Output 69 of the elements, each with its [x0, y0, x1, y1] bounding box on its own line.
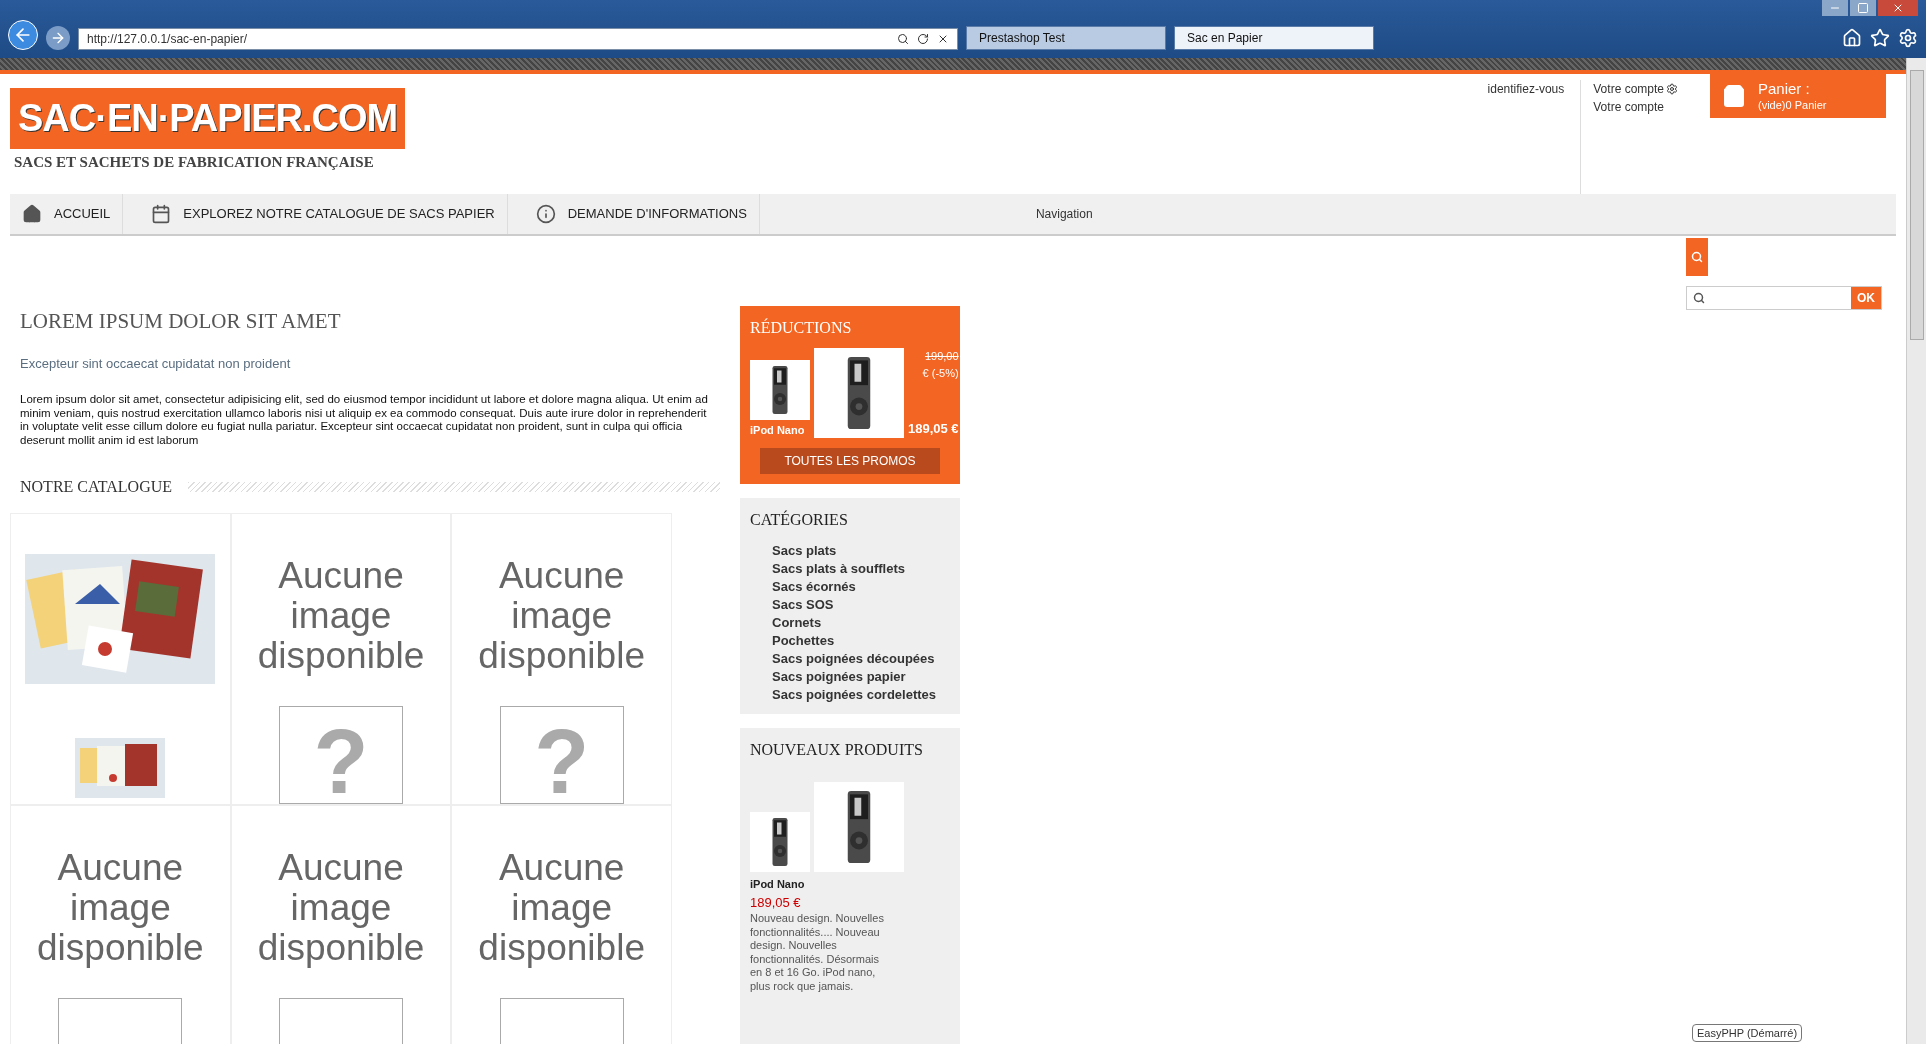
address-bar[interactable]: http://127.0.0.1/sac-en-papier/ — [78, 28, 958, 50]
product-card[interactable]: Aucune image disponible ? — [230, 513, 452, 805]
category-link[interactable]: Sacs plats à soufflets — [750, 560, 950, 578]
navigation-label: Navigation — [1035, 206, 1093, 223]
product-description: Nouveau design. Nouvelles fonctionnalités.... Nouveau design. Nouvelles fonctionnalités. Désormais en 8 et 16 Go. iPod nano, plus rock que jamais. — [750, 912, 885, 993]
category-link[interactable]: Sacs poignées découpées — [750, 650, 950, 668]
refresh-icon[interactable] — [917, 33, 929, 45]
panel-title: NOUVEAUX PRODUITS — [750, 740, 924, 760]
scrollbar[interactable] — [1906, 58, 1926, 1044]
account-link[interactable]: Votre compte — [1593, 80, 1664, 98]
search-toggle[interactable] — [1686, 238, 1708, 276]
section-title: NOTRE CATALOGUE — [20, 477, 173, 497]
panel-title: RÉDUCTIONS — [750, 317, 853, 338]
product-card[interactable]: Aucune image disponible ? — [451, 513, 672, 805]
cart-title: Panier : — [1758, 79, 1811, 99]
favorites-icon[interactable] — [1870, 28, 1890, 48]
nav-item[interactable]: EXPLOREZ NOTRE CATALOGUE DE SACS PAPIER — [139, 194, 508, 234]
no-image-text: Aucune image disponible — [477, 848, 646, 968]
intro-paragraph: Lorem ipsum dolor sit amet, consectetur adipisicing elit, sed do eiusmod tempor incididunt ut labore et dolore magna aliqua. Ut enim ad minim veniam, quis nostrud exercitation ullamco laboris nisi ut aliquip ex ea commodo consequat. Duis aute irure dolor in reprehenderit in voluptate velit esse cillum dolore eu fugiat nulla pariatur. Excepteur sint occaecat cupidatat non proident, sunt in culpa qui officia deserunt mollit anim id est laborum — [19, 393, 709, 447]
category-link[interactable]: Pochettes — [750, 632, 950, 650]
forward-arrow-icon — [50, 30, 66, 46]
search-icon[interactable] — [897, 33, 909, 45]
no-image-text: Aucune image disponible — [256, 556, 426, 676]
old-price: 199,00 — [924, 349, 959, 364]
category-link[interactable]: Sacs poignées cordelettes — [750, 686, 950, 704]
info-icon — [535, 204, 556, 224]
product-card[interactable]: Aucune image disponible — [230, 805, 452, 1044]
product-card[interactable] — [10, 513, 231, 805]
promos-button[interactable]: TOUTES LES PROMOS — [760, 448, 940, 474]
panel-title: CATÉGORIES — [750, 509, 849, 530]
subtitle: Excepteur sint occaecat cupidatat non proident — [19, 354, 292, 373]
category-link[interactable]: Sacs écornés — [750, 578, 950, 596]
settings-icon[interactable] — [1666, 83, 1678, 95]
category-link[interactable]: Sacs poignées papier — [750, 668, 950, 686]
product-name[interactable]: iPod Nano — [750, 876, 950, 893]
search-icon — [1691, 251, 1703, 263]
account-link[interactable]: Votre compte — [1593, 98, 1678, 116]
question-placeholder: ? — [499, 706, 624, 804]
category-link[interactable]: Sacs plats — [750, 542, 950, 560]
forward-button[interactable] — [46, 26, 70, 50]
nav-item[interactable]: DEMANDE D'INFORMATIONS — [523, 194, 760, 234]
browser-tab[interactable]: Prestashop Test — [966, 26, 1166, 50]
product-card[interactable]: Aucune image disponible — [10, 805, 231, 1044]
home-icon — [22, 204, 42, 224]
status-tooltip: EasyPHP (Démarré) — [1692, 1023, 1803, 1042]
calendar-icon — [151, 204, 172, 224]
product-card[interactable]: Aucune image disponible — [451, 805, 672, 1044]
maximize-icon — [1857, 2, 1869, 14]
page-title: LOREM IPSUM DOLOR SIT AMET — [19, 308, 342, 335]
close-icon[interactable] — [937, 33, 949, 45]
nav-item[interactable]: ACCUEIL — [10, 194, 124, 234]
question-placeholder: ? — [279, 706, 403, 804]
tagline: SACS ET SACHETS DE FABRICATION FRANÇAISE — [13, 153, 375, 172]
back-button[interactable] — [8, 20, 38, 50]
close-icon — [1892, 2, 1904, 14]
no-image-text: Aucune image disponible — [36, 848, 205, 968]
price: 189,05 € — [908, 419, 959, 438]
home-icon[interactable] — [1842, 28, 1862, 48]
no-image-text: Aucune image disponible — [477, 556, 646, 676]
login-link[interactable]: identifiez-vous — [1487, 80, 1565, 194]
search-icon — [1693, 292, 1705, 304]
browser-tab[interactable]: Sac en Papier — [1174, 26, 1374, 50]
category-link[interactable]: Cornets — [750, 614, 950, 632]
category-link[interactable]: Sacs SOS — [750, 596, 950, 614]
discount: € (-5%) — [922, 365, 959, 381]
price: 189,05 € — [750, 893, 802, 912]
scrollbar-thumb[interactable] — [1909, 70, 1924, 340]
no-image-text: Aucune image disponible — [256, 848, 426, 968]
cart-status: (vide)0 Panier — [1758, 98, 1827, 113]
